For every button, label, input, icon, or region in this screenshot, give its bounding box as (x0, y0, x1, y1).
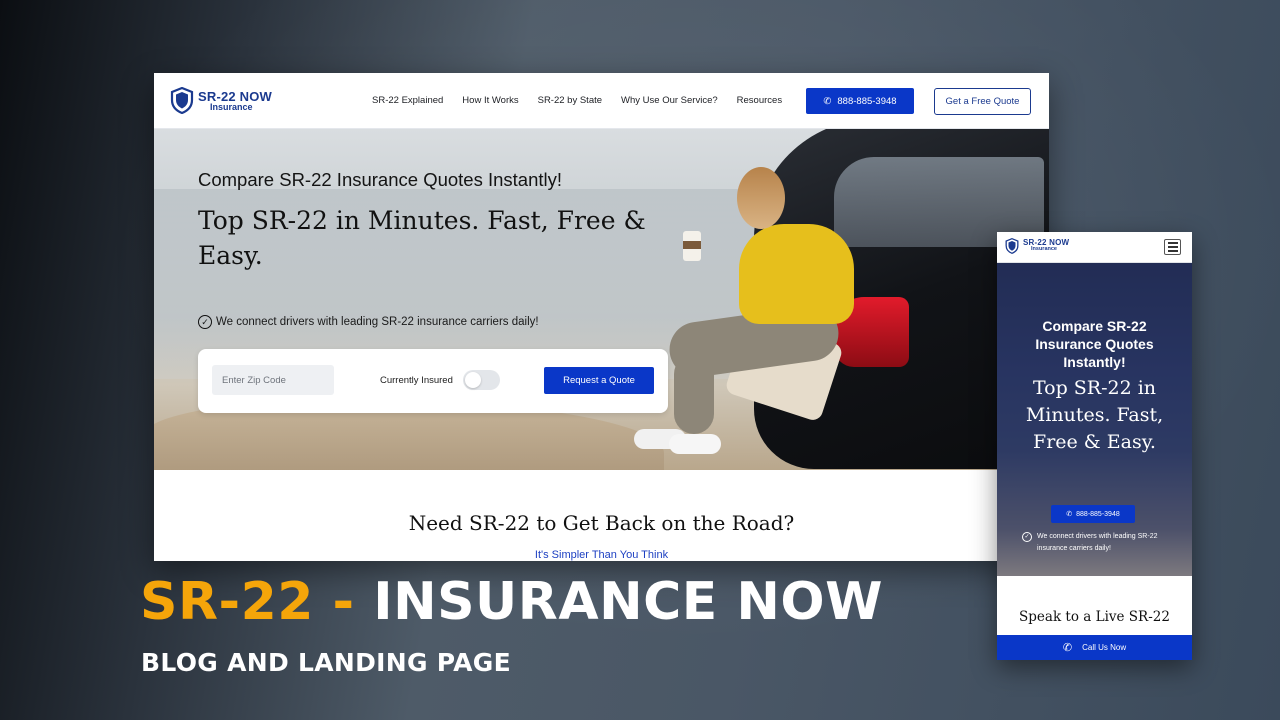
mobile-check-text: We connect drivers with leading SR-22 in… (1037, 533, 1158, 552)
phone-icon: ✆ (1066, 511, 1073, 518)
phone-icon: ✆ (823, 95, 832, 107)
mobile-checkline: ✓ We connect drivers with leading SR-22 … (1022, 531, 1182, 555)
hero-subtitle: Compare SR-22 Insurance Quotes Instantly… (198, 169, 563, 190)
call-us-now-label: Call Us Now (1082, 643, 1127, 652)
hero-photo-shoe (669, 434, 721, 454)
nav-resources[interactable]: Resources (737, 95, 782, 106)
desktop-navbar: SR-22 NOW Insurance SR-22 Explained How … (154, 73, 1049, 129)
logo-line1: SR-22 NOW (198, 88, 273, 104)
caption-title-accent: SR-22 - (140, 572, 355, 632)
currently-insured-label: Currently Insured (380, 375, 453, 386)
hero-check-text: We connect drivers with leading SR-22 in… (216, 316, 539, 328)
nav-why-use-our-service[interactable]: Why Use Our Service? (621, 95, 718, 106)
get-free-quote-button[interactable]: Get a Free Quote (934, 88, 1031, 115)
nav-sr22-by-state[interactable]: SR-22 by State (538, 95, 602, 106)
mobile-navbar: SR-22 NOW Insurance (997, 232, 1192, 263)
currently-insured-toggle[interactable] (463, 370, 500, 390)
desktop-menu: SR-22 Explained How It Works SR-22 by St… (372, 95, 801, 106)
caption-subtitle: BLOG AND LANDING PAGE (141, 648, 511, 677)
zip-code-input[interactable] (212, 365, 334, 395)
section-subtitle: It's Simpler Than You Think (534, 549, 669, 561)
mobile-speak-title: Speak to a Live SR-22 (1019, 609, 1170, 625)
logo-line2: Insurance (1031, 246, 1057, 253)
desktop-logo[interactable]: SR-22 NOW Insurance (170, 87, 272, 114)
mobile-phone-button[interactable]: ✆ 888-885-3948 (1051, 505, 1135, 523)
check-circle-icon: ✓ (1022, 532, 1032, 542)
caption-title: SR-22 - INSURANCE NOW (140, 572, 883, 632)
mobile-mockup: SR-22 NOW Insurance Compare SR-22 Insura… (997, 232, 1192, 660)
hero-photo-person-body (739, 224, 854, 324)
logo-line2: Insurance (210, 101, 253, 112)
phone-icon: ✆ (1062, 642, 1073, 654)
desktop-phone-label: 888-885-3948 (837, 95, 897, 107)
nav-sr22-explained[interactable]: SR-22 Explained (372, 95, 443, 106)
desktop-phone-button[interactable]: ✆ 888-885-3948 (806, 88, 914, 114)
desktop-mockup: SR-22 NOW Insurance SR-22 Explained How … (154, 73, 1049, 561)
shield-logo-icon (1005, 238, 1019, 254)
shield-logo-icon (170, 87, 194, 114)
hero-checkline: ✓ We connect drivers with leading SR-22 … (198, 315, 539, 329)
section-title: Need SR-22 to Get Back on the Road? (408, 511, 795, 535)
caption-title-rest: INSURANCE NOW (373, 572, 883, 632)
mobile-logo[interactable]: SR-22 NOW Insurance (1005, 238, 1069, 254)
hero-photo-coffee-cup (683, 231, 701, 261)
call-us-now-bar[interactable]: ✆ Call Us Now (997, 635, 1192, 660)
mobile-hero-title: Top SR-22 in Minutes. Fast, Free & Easy. (1025, 377, 1164, 453)
mobile-hero: Compare SR-22 Insurance Quotes Instantly… (997, 263, 1192, 576)
quote-form: Currently Insured Request a Quote (198, 349, 668, 413)
nav-how-it-works[interactable]: How It Works (462, 95, 518, 106)
mobile-phone-label: 888-885-3948 (1076, 510, 1120, 518)
request-quote-button[interactable]: Request a Quote (544, 367, 654, 394)
hamburger-menu-icon[interactable] (1164, 239, 1181, 255)
hero-photo-person-shins (674, 354, 714, 434)
hero-title: Top SR-22 in Minutes. Fast, Free & Easy. (198, 206, 646, 270)
hero-photo-person-head (737, 167, 785, 229)
mobile-hero-subtitle: Compare SR-22 Insurance Quotes Instantly… (1035, 318, 1154, 370)
check-circle-icon: ✓ (198, 315, 212, 329)
desktop-hero: Compare SR-22 Insurance Quotes Instantly… (154, 129, 1049, 470)
